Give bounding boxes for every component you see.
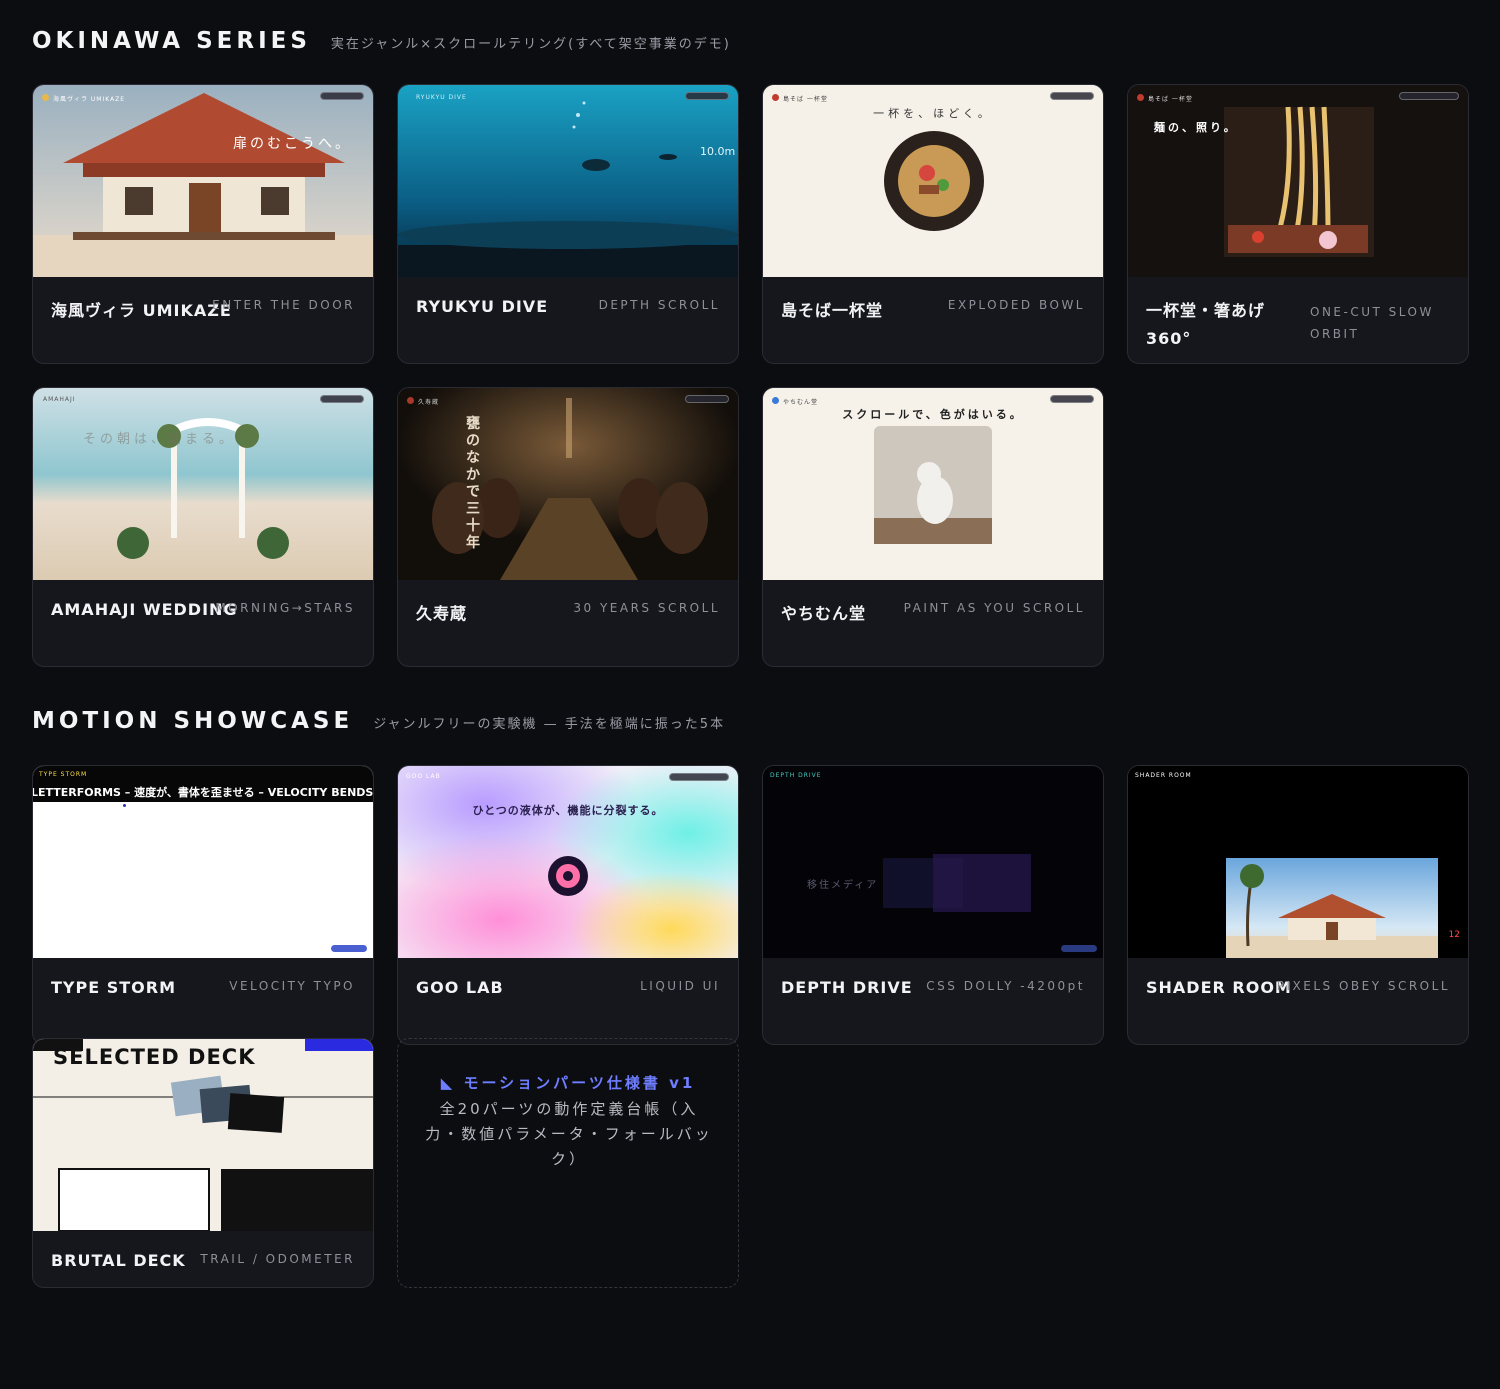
demo-pill	[685, 92, 729, 100]
project-card-depth-drive[interactable]: DEPTH DRIVE 移住メディア DEPTH DRIVE CSS DOLLY…	[762, 765, 1104, 1045]
thumbnail-headline: 甕のなかで三十年	[466, 416, 480, 551]
card-tag: ONE-CUT SLOW ORBIT	[1310, 305, 1434, 341]
thumbnail-headline: ひとつの液体が、機能に分裂する。	[472, 804, 664, 817]
brand-logo-icon	[407, 397, 414, 404]
card-tag: VELOCITY TYPO	[229, 979, 355, 993]
project-card-umikaze[interactable]: 海風ヴィラ UMIKAZE 扉のむこうへ。 海風ヴィラ UMIKAZE ENTE…	[32, 84, 374, 364]
card-tag: ENTER THE DOOR	[212, 298, 355, 312]
thumbnail-headline: スクロールで、色がはいる。	[842, 408, 1024, 421]
thumbnail-brand: AMAHAJI	[43, 396, 76, 403]
thumbnail-villa: 海風ヴィラ UMIKAZE 扉のむこうへ。	[33, 85, 373, 277]
depth-readout: 10.0m	[700, 145, 736, 158]
card-title: 久寿蔵	[416, 604, 468, 623]
thumbnail-brand: TYPE STORM	[39, 771, 88, 778]
project-card-ryukyu-dive[interactable]: RYUKYU DIVE 10.0m RYUKYU DIVE DEPTH SCRO…	[397, 84, 739, 364]
card-tag: LIQUID UI	[640, 979, 720, 993]
thumbnail-headline: 一杯を、ほどく。	[873, 107, 993, 120]
card-tag: 30 YEARS SCROLL	[573, 601, 720, 615]
okinawa-section-header: OKINAWA SERIES 実在ジャンル×スクロールテリング(すべて架空事業の…	[32, 28, 731, 54]
thumbnail-depth-drive: DEPTH DRIVE 移住メディア	[763, 766, 1103, 958]
demo-pill	[1050, 92, 1094, 100]
card-title: 一杯堂・箸あげ 360°	[1146, 301, 1266, 348]
demo-pill	[320, 395, 364, 403]
thumbnail-headline: 麺の、照り。	[1154, 121, 1238, 134]
card-tag: EXPLODED BOWL	[947, 298, 1085, 312]
card-title: GOO LAB	[416, 978, 504, 997]
document-pill	[331, 945, 367, 952]
thumbnail-headline: 扉のむこうへ。	[233, 136, 352, 152]
thumbnail-brand: やちむん堂	[783, 399, 819, 406]
card-title: AMAHAJI WEDDING	[51, 600, 238, 619]
spec-description: 全20パーツの動作定義台帳（入力・数値パラメータ・フォールバック）	[425, 1100, 713, 1168]
thumbnail-shisa: やちむん堂 スクロールで、色がはいる。	[763, 388, 1103, 580]
spec-title[interactable]: ◣ モーションパーツ仕様書 v1	[398, 1072, 738, 1093]
thumbnail-brutal-deck: SELECTED DECK	[33, 1039, 373, 1231]
document-pill	[1061, 945, 1097, 952]
card-tag: DEPTH SCROLL	[598, 298, 720, 312]
thumbnail-cellar: 久寿蔵 甕のなかで三十年	[398, 388, 738, 580]
demo-pill	[669, 773, 729, 781]
project-card-brutal-deck[interactable]: SELECTED DECK BRUTAL DECK TRAIL / ODOMET…	[32, 1038, 374, 1288]
brand-logo-icon	[772, 397, 779, 404]
thumbnail-shader-room: SHADER ROOM 12	[1128, 766, 1468, 958]
card-title: 海風ヴィラ UMIKAZE	[51, 301, 232, 320]
card-title: DEPTH DRIVE	[781, 978, 913, 997]
project-card-hashiage[interactable]: 島そば 一杯堂 麺の、照り。 一杯堂・箸あげ 360° ONE-CUT SLOW…	[1127, 84, 1469, 364]
frame-counter: 12	[1448, 930, 1460, 940]
card-title: RYUKYU DIVE	[416, 297, 549, 316]
demo-pill	[320, 92, 364, 100]
motion-section-header: MOTION SHOWCASE ジャンルフリーの実験機 — 手法を極端に振った5…	[32, 708, 725, 734]
section-title: MOTION SHOWCASE	[32, 708, 354, 734]
section-title: OKINAWA SERIES	[32, 28, 311, 54]
thumbnail-wedding: AMAHAJI その朝は、始まる。	[33, 388, 373, 580]
marquee-text: LETTERFORMS – 速度が、書体を歪ませる – VELOCITY BEN…	[33, 786, 373, 799]
brand-logo-icon	[772, 94, 779, 101]
thumbnail-headline: その朝は、始まる。	[83, 432, 237, 447]
thumbnail-headline: SELECTED DECK	[53, 1045, 256, 1069]
thumbnail-brand: SHADER ROOM	[1135, 772, 1192, 779]
motion-parts-spec-link[interactable]: ◣ モーションパーツ仕様書 v1 全20パーツの動作定義台帳（入力・数値パラメー…	[397, 1038, 739, 1288]
demo-pill	[685, 395, 729, 403]
thumbnail-bowl: 島そば 一杯堂 一杯を、ほどく。	[763, 85, 1103, 277]
project-card-yachimun[interactable]: やちむん堂 スクロールで、色がはいる。 やちむん堂 PAINT AS YOU S…	[762, 387, 1104, 667]
thumbnail-underwater: RYUKYU DIVE 10.0m	[398, 85, 738, 277]
card-tag: PIXELS OBEY SCROLL	[1276, 979, 1450, 993]
demo-pill	[1050, 395, 1094, 403]
card-tag: MORNING→STARS	[215, 601, 355, 615]
thumbnail-brand: RYUKYU DIVE	[416, 94, 467, 101]
card-title: BRUTAL DECK	[51, 1251, 186, 1270]
project-card-shader-room[interactable]: SHADER ROOM 12 SHADER ROOM PIXELS OBEY S…	[1127, 765, 1469, 1045]
card-tag: CSS DOLLY -4200pt	[926, 979, 1085, 993]
card-title: TYPE STORM	[51, 978, 177, 997]
card-title: やちむん堂	[781, 604, 867, 623]
project-card-kusugura[interactable]: 久寿蔵 甕のなかで三十年 久寿蔵 30 YEARS SCROLL	[397, 387, 739, 667]
thumbnail-goo-lab: GOO LAB ひとつの液体が、機能に分裂する。	[398, 766, 738, 958]
demo-pill	[1399, 92, 1459, 100]
project-card-type-storm[interactable]: TYPE STORM LETTERFORMS – 速度が、書体を歪ませる – V…	[32, 765, 374, 1045]
thumbnail-brand: 島そば 一杯堂	[1148, 96, 1193, 103]
thumbnail-brand: DEPTH DRIVE	[770, 772, 822, 779]
card-tag: TRAIL / ODOMETER	[200, 1252, 355, 1266]
thumbnail-brand: 久寿蔵	[418, 399, 440, 406]
thumbnail-noodles: 島そば 一杯堂 麺の、照り。	[1128, 85, 1468, 277]
thumbnail-headline: 移住メディア	[807, 880, 879, 891]
brand-logo-icon	[42, 94, 49, 101]
thumbnail-brand: GOO LAB	[406, 773, 441, 780]
thumbnail-type-storm: TYPE STORM LETTERFORMS – 速度が、書体を歪ませる – V…	[33, 766, 373, 958]
brand-logo-icon	[1137, 94, 1144, 101]
thumbnail-brand: 島そば 一杯堂	[783, 96, 828, 103]
project-card-amahaji[interactable]: AMAHAJI その朝は、始まる。 AMAHAJI WEDDING MORNIN…	[32, 387, 374, 667]
project-card-goo-lab[interactable]: GOO LAB ひとつの液体が、機能に分裂する。 GOO LAB LIQUID …	[397, 765, 739, 1045]
card-title: SHADER ROOM	[1146, 978, 1292, 997]
card-tag: PAINT AS YOU SCROLL	[903, 601, 1085, 615]
section-subtitle: ジャンルフリーの実験機 — 手法を極端に振った5本	[373, 717, 726, 732]
section-subtitle: 実在ジャンル×スクロールテリング(すべて架空事業のデモ)	[330, 37, 731, 52]
card-title: 島そば一杯堂	[781, 301, 884, 320]
project-card-shimasoba[interactable]: 島そば 一杯堂 一杯を、ほどく。 島そば一杯堂 EXPLODED BOWL	[762, 84, 1104, 364]
thumbnail-brand: 海風ヴィラ UMIKAZE	[53, 96, 126, 103]
